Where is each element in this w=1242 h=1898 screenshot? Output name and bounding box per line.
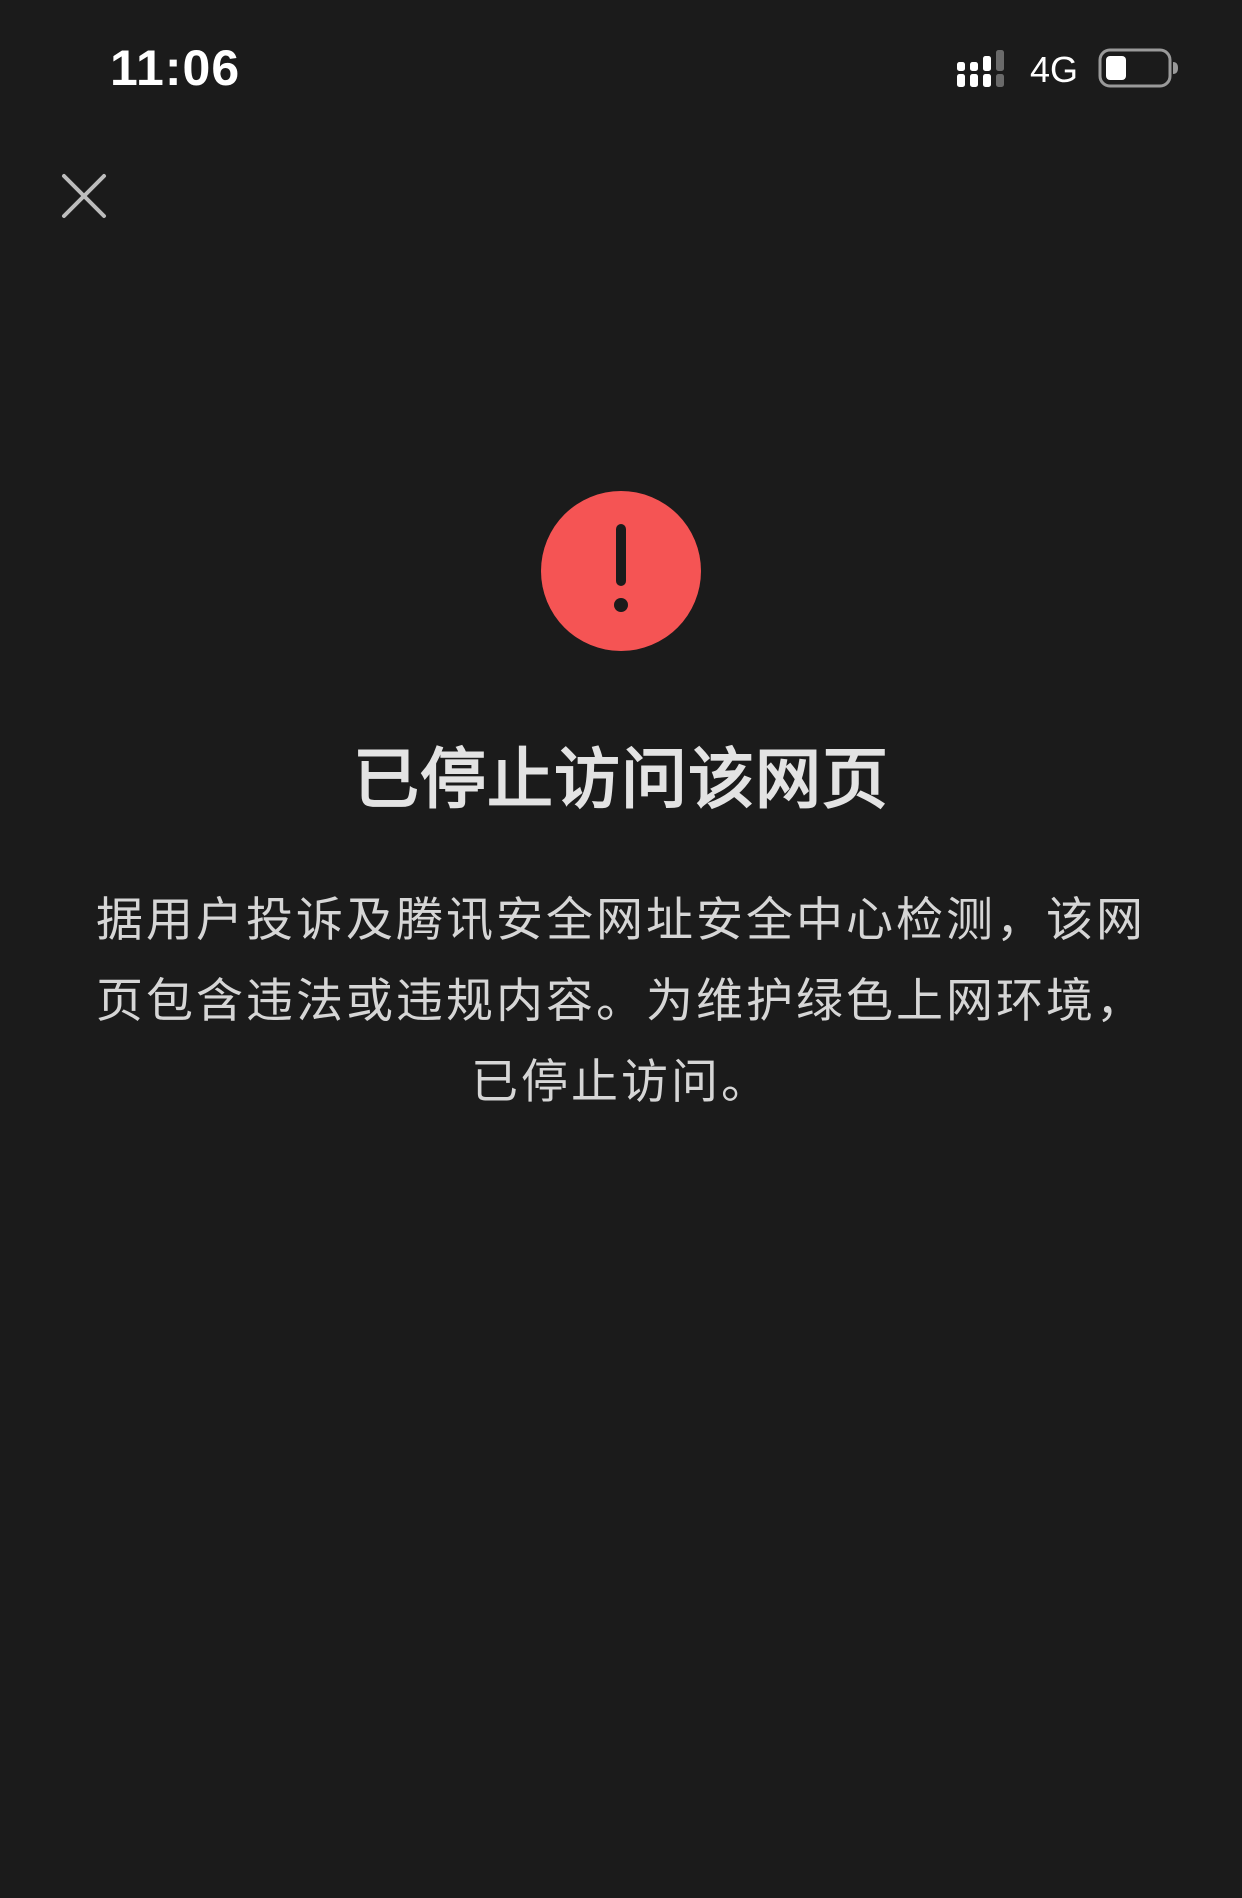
network-type-label: 4G: [1030, 49, 1079, 90]
close-button[interactable]: [52, 164, 116, 228]
cellular-signal-icon: [957, 50, 1004, 87]
page-title: 已停止访问该网页: [353, 741, 889, 818]
status-time: 11:06: [110, 40, 241, 96]
battery-icon: [1098, 48, 1178, 88]
exclamation-icon: [541, 491, 701, 651]
blocked-message: 据用户投诉及腾讯安全网址安全中心检测，该网页包含违法或违规内容。为维护绿色上网环…: [96, 893, 1146, 1110]
status-bar: 11:06 4G: [0, 0, 1242, 140]
close-icon: [62, 174, 106, 218]
